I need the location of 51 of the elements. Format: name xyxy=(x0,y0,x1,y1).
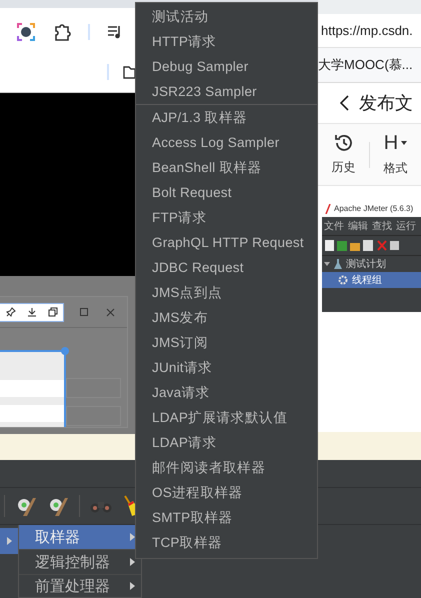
menu-item[interactable]: 文件 xyxy=(324,219,344,233)
menu-item[interactable]: Bolt Request xyxy=(136,180,317,205)
window-title: Apache JMeter (5.6.3) xyxy=(334,204,414,213)
history-icon xyxy=(334,133,354,153)
menu-item[interactable]: Access Log Sampler xyxy=(136,130,317,155)
submenu-arrow-icon xyxy=(6,537,12,545)
menu-item[interactable]: HTTP请求 xyxy=(136,29,317,54)
menu-item[interactable]: FTP请求 xyxy=(136,205,317,230)
menu-item[interactable]: GraphQL HTTP Request xyxy=(136,230,317,255)
toolbar-button[interactable]: 历史 xyxy=(318,133,370,176)
folder-icon xyxy=(123,65,135,79)
menu-item[interactable]: 编辑 xyxy=(348,219,368,233)
list-row xyxy=(66,378,121,398)
menu-item[interactable]: JSR223 Sampler xyxy=(136,79,317,104)
menu-item[interactable]: 邮件阅读者取样器 xyxy=(136,455,317,480)
back-icon xyxy=(340,95,349,111)
flask-icon xyxy=(334,259,342,269)
bookmark[interactable]: 大学MOOC(慕... xyxy=(318,56,413,74)
menu-item[interactable]: BeanShell 取样器 xyxy=(136,155,317,180)
pin-icon xyxy=(6,307,16,317)
menu-item[interactable]: JMS发布 xyxy=(136,305,317,330)
menu-item[interactable]: OS进程取样器 xyxy=(136,480,317,505)
restore-icon xyxy=(48,307,58,317)
tree-item[interactable]: 测试计划 xyxy=(322,256,421,272)
menu-item[interactable]: JMS订阅 xyxy=(136,330,317,355)
gear-broom-icon xyxy=(47,496,69,516)
menu-item[interactable]: 前置处理器 xyxy=(19,575,141,597)
menu-item[interactable]: AJP/1.3 取样器 xyxy=(136,105,317,130)
maximize-icon xyxy=(80,308,88,316)
menu-item[interactable]: JUnit请求 xyxy=(136,355,317,380)
toolbar-button[interactable]: H 格式 xyxy=(370,132,421,177)
menu-item[interactable]: 测试活动 xyxy=(136,4,317,29)
menu-item[interactable] xyxy=(0,528,18,554)
menu-item[interactable]: Debug Sampler xyxy=(136,54,317,79)
menu-item[interactable]: Java请求 xyxy=(136,380,317,405)
menu-item[interactable]: 运行 xyxy=(396,219,416,233)
gear-icon xyxy=(338,275,348,285)
menu-item[interactable]: LDAP扩展请求默认值 xyxy=(136,405,317,430)
caret-icon xyxy=(401,141,408,145)
menu-item[interactable]: JMS点到点 xyxy=(136,280,317,305)
puzzle-icon xyxy=(55,23,71,41)
page-title: 发布文 xyxy=(359,92,413,115)
menu-item[interactable]: LDAP请求 xyxy=(136,430,317,455)
menu-item[interactable]: JDBC Request xyxy=(136,255,317,280)
feather-icon xyxy=(325,204,331,214)
camera-icon xyxy=(17,23,35,41)
menu-item[interactable]: 查找 xyxy=(372,219,392,233)
download-icon xyxy=(26,307,36,317)
close-icon xyxy=(106,308,115,316)
tree-item[interactable]: 线程组 xyxy=(322,272,421,288)
gear-broom-icon xyxy=(15,496,37,516)
